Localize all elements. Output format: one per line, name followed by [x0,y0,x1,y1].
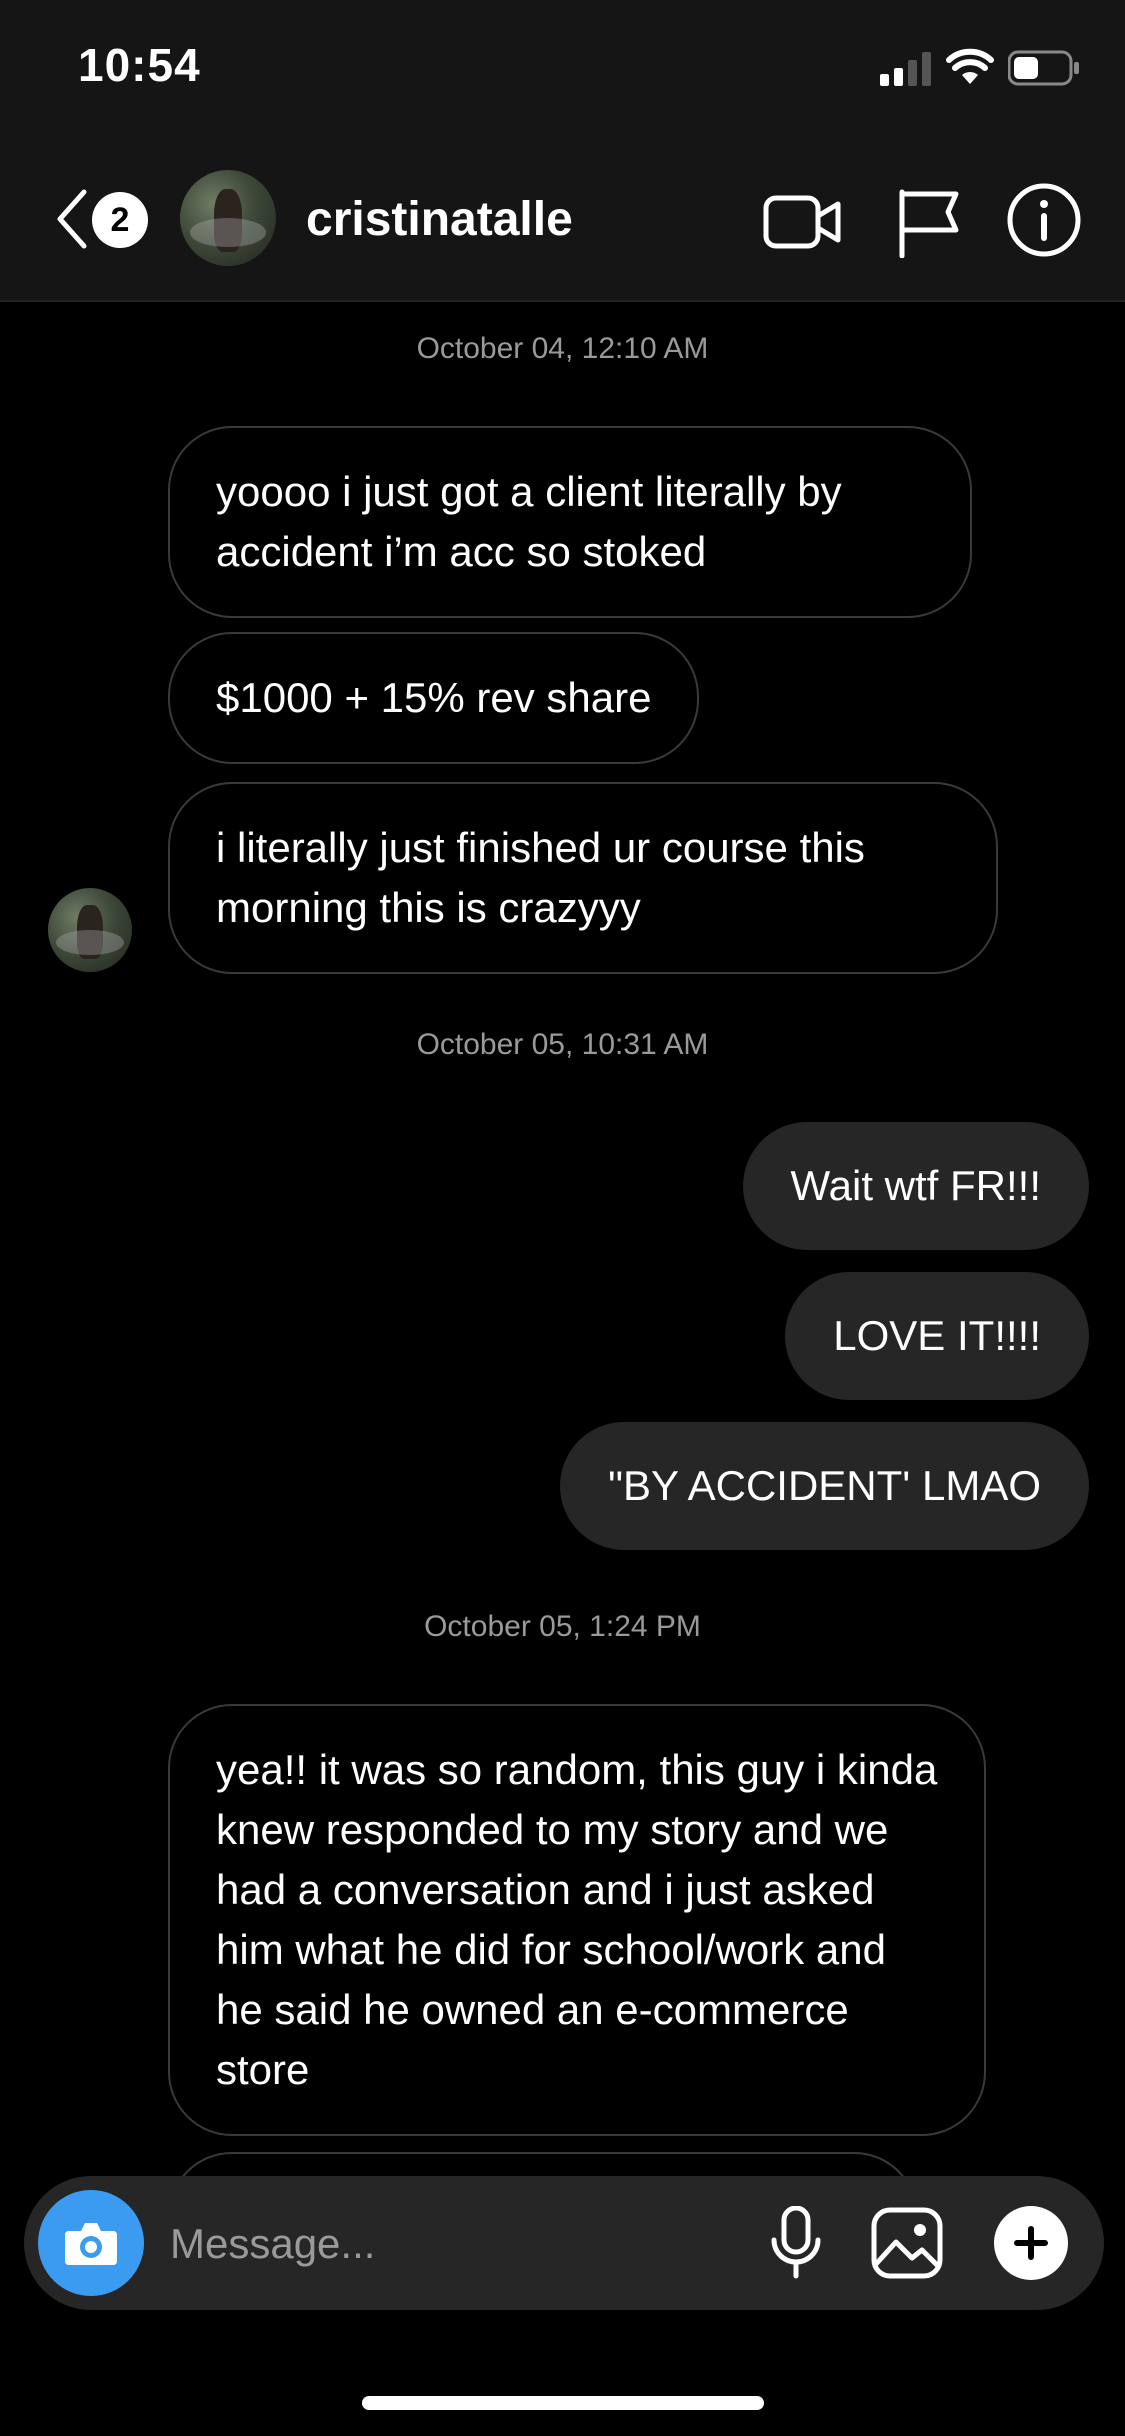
status-time: 10:54 [78,39,201,91]
outgoing-message[interactable]: Wait wtf FR!!! [742,1122,1089,1250]
chat-username[interactable]: cristinatalle [306,192,573,247]
message-composer [24,2176,1104,2310]
video-camera-icon[interactable] [762,186,842,258]
camera-button[interactable] [38,2190,144,2296]
outgoing-message[interactable]: LOVE IT!!!! [785,1272,1089,1400]
cellular-signal-icon [880,52,931,86]
timestamp: October 04, 12:10 AM [416,332,709,365]
incoming-message[interactable]: yea!! it was so random, this guy i kinda… [168,1704,986,2136]
microphone-icon[interactable] [760,2206,832,2280]
battery-icon [1008,50,1079,86]
back-chevron-icon[interactable] [52,186,92,252]
wifi-icon [946,48,994,84]
image-icon[interactable] [870,2206,944,2280]
incoming-message[interactable]: $1000 + 15% rev share [168,632,700,764]
info-icon[interactable] [1004,180,1084,260]
incoming-message[interactable]: yoooo i just got a client literally by a… [168,426,972,618]
home-indicator[interactable] [362,2396,764,2410]
sender-avatar[interactable] [48,888,132,972]
unread-count-badge[interactable]: 2 [92,192,148,248]
header-avatar[interactable] [180,170,276,266]
plus-button[interactable] [994,2206,1068,2280]
plus-icon [1014,2226,1048,2260]
flag-icon[interactable] [890,186,970,258]
outgoing-message[interactable]: "BY ACCIDENT' LMAO [560,1422,1089,1550]
incoming-message[interactable]: i literally just finished ur course this… [168,782,998,974]
timestamp: October 05, 10:31 AM [416,1028,709,1061]
timestamp: October 05, 1:24 PM [424,1610,701,1643]
message-input[interactable] [168,2204,732,2284]
top-bar: 10:54 2 cristinatalle [0,0,1125,302]
camera-icon [65,2223,117,2265]
